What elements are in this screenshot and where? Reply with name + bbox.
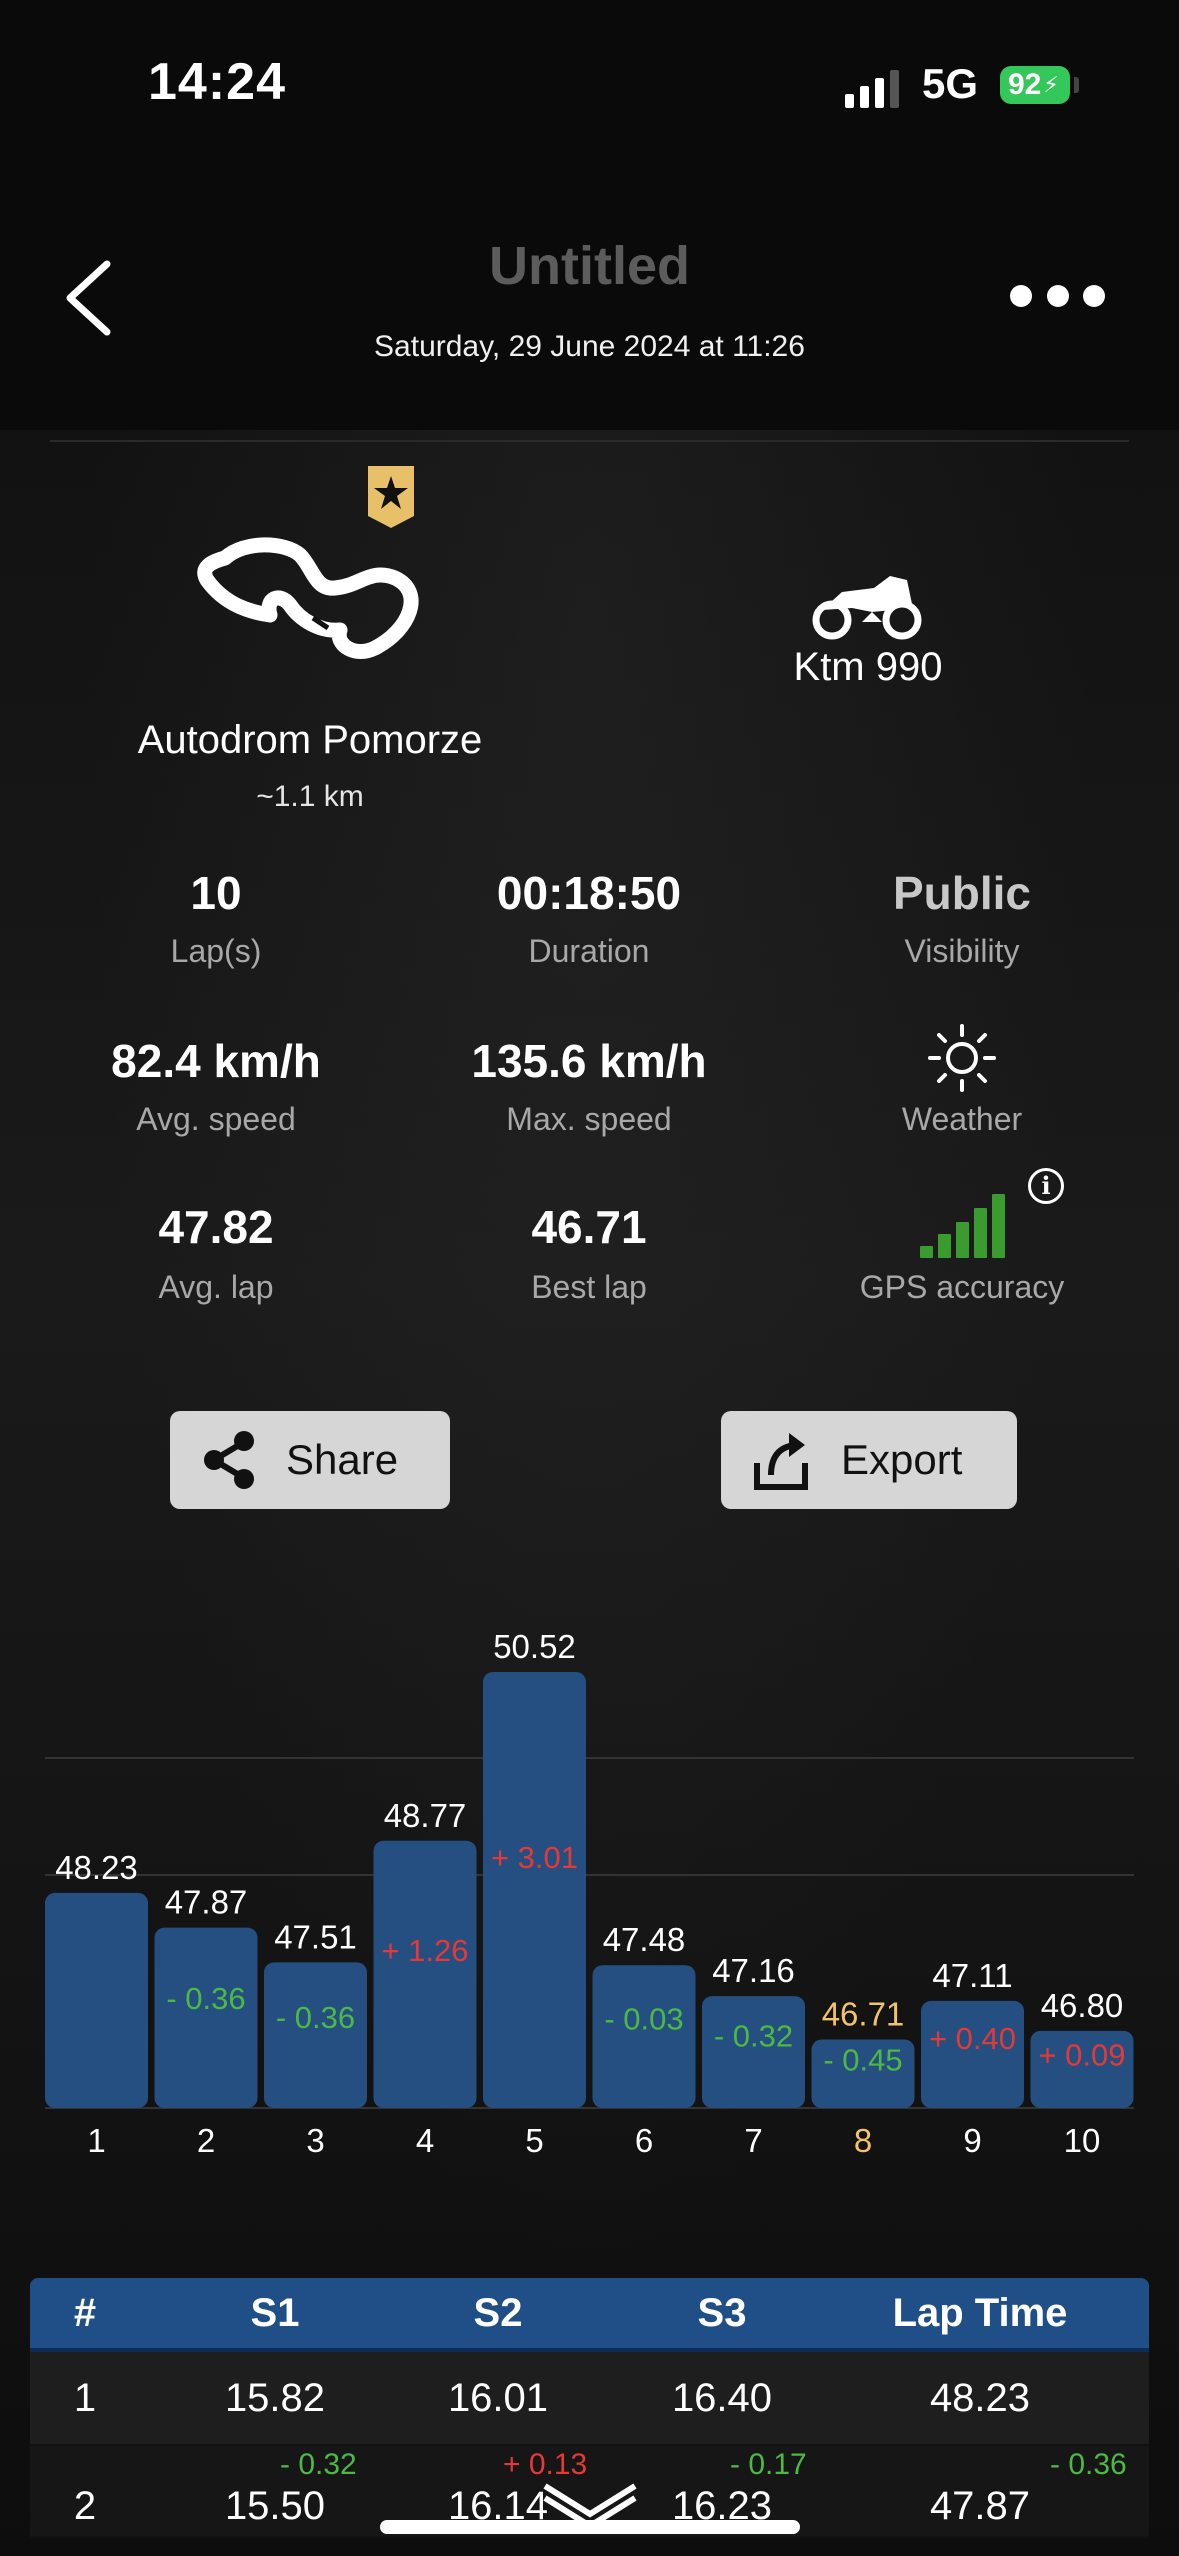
track-name: Autodrom Pomorze (137, 718, 483, 762)
x-tick-label: 5 (525, 2122, 543, 2159)
x-tick-label: 2 (197, 2122, 215, 2159)
laps-label: Lap(s) (170, 933, 262, 969)
bar (373, 1840, 477, 2108)
bar-value-label: 48.23 (55, 1849, 138, 1886)
battery-tip (1074, 77, 1079, 93)
best-lap-label: Best lap (531, 1269, 647, 1305)
bar-delta-label: - 0.45 (823, 2042, 902, 2077)
x-tick-label: 8 (854, 2122, 872, 2159)
bar-value-label: 47.48 (603, 1921, 686, 1958)
header-s1[interactable]: S1 (180, 2291, 370, 2336)
visibility-label: Visibility (904, 933, 1020, 969)
row-s3: 16.40 (671, 2375, 773, 2420)
header-number[interactable]: # (30, 2291, 140, 2336)
row-s2-delta: + 0.13 (503, 2448, 588, 2481)
bar-value-label: 50.52 (493, 1628, 576, 1665)
row-number: 1 (73, 2375, 97, 2420)
bar-value-label: 46.71 (822, 1996, 905, 2033)
session-title[interactable]: Untitled (0, 235, 1179, 297)
network-type: 5G (922, 60, 979, 107)
bike-name: Ktm 990 (793, 645, 943, 689)
duration-value: 00:18:50 (496, 867, 682, 919)
visibility-value[interactable]: Public (782, 866, 1142, 920)
bar-delta-label: - 0.36 (166, 1981, 245, 2016)
bar-delta-label: + 0.09 (1038, 2038, 1125, 2073)
bar-delta-label: + 1.26 (381, 1933, 468, 1968)
share-label: Share (286, 1436, 399, 1483)
session-date: Saturday, 29 June 2024 at 11:26 (374, 330, 805, 363)
header-s2[interactable]: S2 (403, 2291, 593, 2336)
x-tick-label: 3 (306, 2122, 324, 2159)
bar-value-label: 47.51 (274, 1918, 357, 1955)
row-number: 2 (73, 2484, 97, 2528)
lap-times-chart: 48.23 1 47.87 - 0.36 2 47.51 - 0.36 3 48.77 + 1.2… (45, 1628, 1134, 2159)
row-lap-time: 48.23 (929, 2375, 1031, 2420)
x-tick-label: 6 (635, 2122, 653, 2159)
avg-lap-value: 47.82 (158, 1201, 274, 1253)
bar (154, 1927, 258, 2108)
row-s1: 15.82 (224, 2375, 326, 2420)
table-header: # S1 S2 S3 Lap Time (30, 2278, 1149, 2352)
bar-delta-label: - 0.36 (276, 2000, 355, 2035)
duration-label: Duration (528, 933, 650, 969)
motorcycle-icon (812, 576, 922, 640)
x-tick-label: 10 (1064, 2122, 1101, 2159)
gps-signal-icon (920, 1190, 1005, 1258)
bar-value-label: 48.77 (384, 1797, 467, 1834)
gps-accuracy-label: GPS accuracy (859, 1269, 1065, 1305)
track-length: ~1.1 km (256, 780, 364, 813)
sun-icon[interactable] (927, 1023, 997, 1093)
bar-value-label: 47.11 (932, 1957, 1012, 1994)
bar (45, 1892, 148, 2108)
row-s2: 16.01 (447, 2375, 549, 2420)
max-speed-value: 135.6 km/h (471, 1035, 707, 1087)
weather-label: Weather (901, 1101, 1023, 1137)
export-button[interactable]: Export (721, 1411, 1017, 1509)
x-tick-label: 7 (744, 2122, 762, 2159)
cellular-signal-icon (845, 68, 905, 108)
best-lap-value: 46.71 (531, 1201, 647, 1253)
row-s1: 15.50 (224, 2484, 326, 2528)
info-icon[interactable]: i (1028, 1168, 1064, 1204)
bar (264, 1962, 367, 2108)
share-icon (204, 1431, 254, 1489)
bar (483, 1672, 586, 2108)
divider (50, 440, 1129, 442)
bar-value-label: 47.16 (712, 1952, 795, 1989)
bar-delta-label: - 0.03 (604, 2001, 683, 2036)
header-s3[interactable]: S3 (627, 2291, 817, 2336)
x-tick-label: 4 (416, 2122, 434, 2159)
avg-speed-label: Avg. speed (136, 1101, 296, 1137)
favorite-star-badge-icon (368, 466, 414, 528)
avg-lap-label: Avg. lap (158, 1269, 274, 1305)
max-speed-label: Max. speed (506, 1101, 672, 1137)
bar (592, 1965, 696, 2108)
export-label: Export (841, 1436, 963, 1483)
x-tick-label: 1 (87, 2122, 105, 2159)
laps-value: 10 (190, 867, 242, 919)
table-row[interactable]: 1 15.82 16.01 16.40 48.23 (30, 2352, 1149, 2446)
more-options-icon[interactable] (1010, 285, 1105, 307)
battery-level: 92 (1008, 68, 1042, 101)
bar-delta-label: + 3.01 (491, 1840, 578, 1875)
avg-speed-value: 82.4 km/h (111, 1035, 321, 1087)
row-s1-delta: - 0.32 (280, 2448, 357, 2481)
bar-value-label: 46.80 (1041, 1987, 1124, 2024)
header-lap-time[interactable]: Lap Time (860, 2291, 1100, 2336)
x-tick-label: 9 (963, 2122, 981, 2159)
bar-delta-label: + 0.40 (929, 2021, 1016, 2056)
home-indicator[interactable] (380, 2520, 800, 2534)
row-lap-delta: - 0.36 (1050, 2448, 1127, 2481)
bar-value-label: 47.87 (165, 1884, 248, 1921)
status-time: 14:24 (148, 53, 286, 111)
row-lap-time: 47.87 (929, 2484, 1031, 2528)
export-icon (754, 1433, 808, 1490)
battery-icon: 92 ⚡ (1000, 66, 1070, 104)
bar-delta-label: - 0.32 (714, 2018, 793, 2053)
share-button[interactable]: Share (170, 1411, 450, 1509)
row-s3-delta: - 0.17 (730, 2448, 807, 2481)
track-layout-icon (197, 537, 419, 659)
